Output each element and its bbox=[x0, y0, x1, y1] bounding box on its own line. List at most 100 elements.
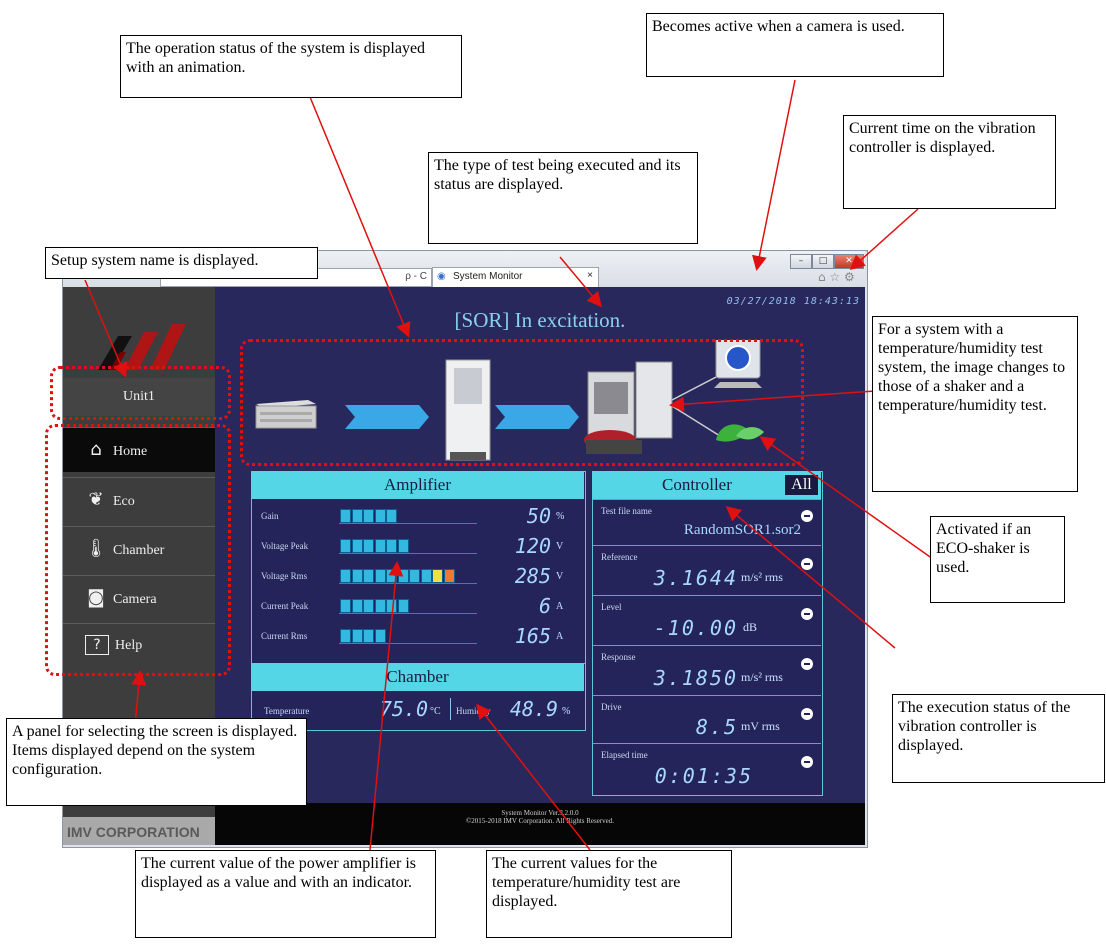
response-label: Response bbox=[601, 652, 636, 662]
amplifier-bar-segment bbox=[340, 599, 351, 613]
amplifier-row-label: Current Rms bbox=[261, 631, 308, 641]
test-file-value: RandomSOR1.sor2 bbox=[683, 522, 801, 538]
humidity-label: Humidity bbox=[456, 706, 491, 716]
amplifier-row-value: 6 bbox=[538, 594, 551, 618]
test-status: [SOR] In excitation. bbox=[454, 308, 626, 332]
amplifier-bar-segment bbox=[386, 569, 397, 583]
amplifier-bar-segment bbox=[386, 539, 397, 553]
collapse-icon[interactable] bbox=[801, 756, 813, 768]
footer: System Monitor Ver.3.2.0.0 ©2015-2018 IM… bbox=[215, 803, 865, 845]
chamber-title: Chamber bbox=[251, 663, 584, 691]
amplifier-title: Amplifier bbox=[251, 471, 584, 499]
amplifier-bar-segment bbox=[397, 569, 409, 583]
browser-toolbar-icons[interactable]: ⌂ ☆ ⚙ bbox=[818, 270, 855, 284]
controller-row-response: Response 3.1850 m/s² rms bbox=[593, 645, 821, 696]
amplifier-bar-segment bbox=[374, 539, 386, 553]
drive-label: Drive bbox=[601, 702, 622, 712]
amplifier-bar-segment bbox=[363, 569, 374, 583]
note-temp-system: For a system with a temperature/humidity… bbox=[872, 316, 1078, 492]
amplifier-bar-track bbox=[339, 553, 477, 554]
amplifier-bar-segment bbox=[363, 539, 374, 553]
humidity-value: 48.9 bbox=[509, 697, 558, 721]
amplifier-row-unit: V bbox=[556, 541, 564, 552]
controller-row-elapsed: Elapsed time 0:01:35 bbox=[593, 743, 821, 794]
amplifier-bar-segment bbox=[386, 509, 397, 523]
amplifier-row-label: Voltage Peak bbox=[261, 541, 309, 551]
reference-label: Reference bbox=[601, 552, 638, 562]
drive-unit: mV rms bbox=[741, 719, 780, 733]
collapse-icon[interactable] bbox=[801, 608, 813, 620]
amplifier-bar-segment bbox=[340, 509, 351, 523]
amplifier-bar-segment bbox=[409, 569, 420, 583]
collapse-icon[interactable] bbox=[801, 658, 813, 670]
tab-close-button[interactable]: × bbox=[587, 270, 593, 281]
controller-row-drive: Drive 8.5 mV rms bbox=[593, 695, 821, 744]
level-unit: dB bbox=[743, 620, 758, 634]
controller-row-test-file: Test file name RandomSOR1.sor2 bbox=[593, 499, 821, 546]
highlight-unit-name bbox=[50, 366, 231, 420]
amplifier-bar-track bbox=[339, 643, 477, 644]
imv-logo bbox=[98, 324, 186, 370]
collapse-icon[interactable] bbox=[801, 510, 813, 522]
chamber-divider bbox=[450, 698, 451, 720]
close-window-button[interactable]: ✕ bbox=[834, 254, 864, 269]
amplifier-row-unit: V bbox=[556, 571, 564, 582]
maximize-button[interactable]: □ bbox=[812, 254, 834, 269]
level-label: Level bbox=[601, 602, 622, 612]
note-controller-status: The execution status of the vibration co… bbox=[892, 694, 1105, 783]
temperature-value: 75.0 bbox=[379, 697, 428, 721]
amplifier-row-unit: A bbox=[556, 631, 564, 642]
amplifier-bar-segment bbox=[420, 569, 432, 583]
temperature-unit: °C bbox=[430, 706, 441, 717]
amplifier-bar-segment bbox=[363, 509, 374, 523]
tab-title: System Monitor bbox=[453, 271, 523, 282]
amplifier-row-value: 120 bbox=[514, 534, 551, 558]
note-system-name: Setup system name is displayed. bbox=[45, 247, 318, 279]
temperature-label: Temperature bbox=[264, 706, 310, 716]
minimize-button[interactable]: – bbox=[790, 254, 812, 269]
datetime: 03/27/2018 18:43:13 bbox=[726, 296, 860, 307]
amplifier-bar-segment bbox=[363, 629, 374, 643]
amplifier-bar-segment bbox=[351, 509, 363, 523]
address-controls[interactable]: ρ - C bbox=[405, 271, 427, 282]
browser-tab[interactable]: ◉ System Monitor × bbox=[432, 267, 599, 287]
amplifier-bar-segment bbox=[374, 599, 386, 613]
amplifier-bar-track bbox=[339, 583, 477, 584]
note-time: Current time on the vibration controller… bbox=[843, 115, 1056, 209]
note-amplifier-value: The current value of the power amplifier… bbox=[135, 850, 436, 938]
reference-unit: m/s² rms bbox=[741, 570, 783, 584]
note-eco: Activated if an ECO-shaker is used. bbox=[930, 516, 1065, 603]
amplifier-bar-segment bbox=[374, 569, 386, 583]
amplifier-bar-track bbox=[339, 523, 477, 524]
amplifier-bar-segment bbox=[351, 539, 363, 553]
amplifier-row-unit: A bbox=[556, 601, 564, 612]
highlight-animation bbox=[240, 339, 804, 466]
level-value: -10.00 bbox=[653, 616, 738, 640]
elapsed-label: Elapsed time bbox=[601, 750, 648, 760]
amplifier-row-label: Current Peak bbox=[261, 601, 309, 611]
test-file-label: Test file name bbox=[601, 506, 652, 516]
amplifier-bar-segment bbox=[374, 509, 386, 523]
amplifier-row-value: 285 bbox=[514, 564, 551, 588]
note-test-type: The type of test being executed and its … bbox=[428, 152, 698, 244]
collapse-icon[interactable] bbox=[801, 708, 813, 720]
controller-row-reference: Reference 3.1644 m/s² rms bbox=[593, 545, 821, 596]
company-name: IMV CORPORATION bbox=[63, 817, 215, 845]
amplifier-bar-track bbox=[339, 613, 477, 614]
amplifier-row-label: Gain bbox=[261, 511, 279, 521]
amplifier-bar-segment bbox=[351, 599, 363, 613]
response-value: 3.1850 bbox=[653, 666, 738, 690]
amplifier-bar-segment bbox=[363, 599, 374, 613]
drive-value: 8.5 bbox=[695, 715, 738, 739]
amplifier-row-value: 50 bbox=[526, 504, 551, 528]
tab-favicon-icon: ◉ bbox=[437, 271, 446, 282]
amplifier-bar-segment bbox=[397, 539, 409, 553]
note-camera: Becomes active when a camera is used. bbox=[646, 13, 944, 77]
controller-row-level: Level -10.00 dB bbox=[593, 595, 821, 646]
amplifier-bar-segment bbox=[340, 629, 351, 643]
all-button[interactable]: All bbox=[785, 475, 818, 495]
collapse-icon[interactable] bbox=[801, 558, 813, 570]
note-animation: The operation status of the system is di… bbox=[120, 35, 462, 98]
reference-value: 3.1644 bbox=[653, 566, 738, 590]
footer-version: System Monitor Ver.3.2.0.0 bbox=[501, 809, 579, 817]
